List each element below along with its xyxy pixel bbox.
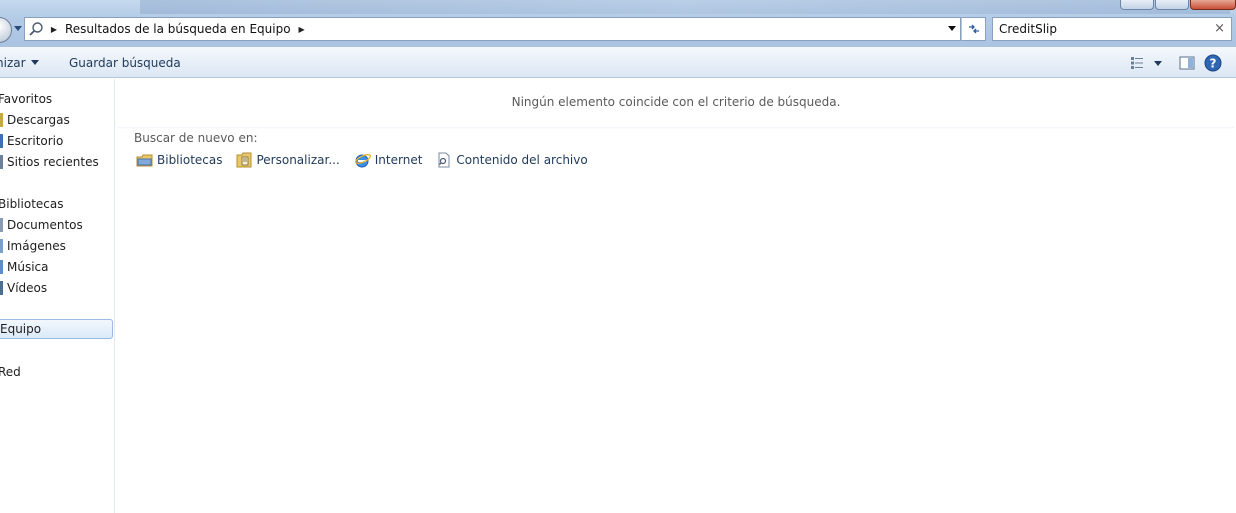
command-bar: nizar Guardar búsqueda ? bbox=[0, 47, 1236, 78]
search-again-options: Bibliotecas Personalizar... Internet Con… bbox=[136, 152, 602, 168]
refresh-icon bbox=[968, 24, 979, 34]
nav-label: Escritorio bbox=[7, 134, 64, 148]
nav-music[interactable]: Música bbox=[0, 257, 49, 277]
breadcrumb-search-results[interactable]: Resultados de la búsqueda en Equipo bbox=[61, 22, 295, 36]
search-again-libraries[interactable]: Bibliotecas bbox=[136, 153, 222, 168]
breadcrumb-separator-icon[interactable]: ▶ bbox=[47, 25, 61, 34]
organize-button[interactable]: nizar bbox=[0, 56, 39, 70]
search-icon bbox=[25, 18, 47, 40]
chevron-down-icon bbox=[30, 60, 39, 65]
music-icon bbox=[0, 260, 3, 274]
search-again-label-text: Personalizar... bbox=[256, 153, 340, 167]
help-icon[interactable]: ? bbox=[1204, 54, 1222, 72]
breadcrumb-separator-icon[interactable]: ▶ bbox=[295, 25, 309, 34]
taskbar-glass-strip bbox=[140, 0, 1230, 14]
libraries-icon bbox=[136, 154, 153, 166]
internet-explorer-icon bbox=[354, 154, 371, 168]
view-controls: ? bbox=[1120, 54, 1222, 72]
save-search-button[interactable]: Guardar búsqueda bbox=[69, 56, 181, 70]
nav-computer[interactable]: Equipo bbox=[0, 319, 113, 339]
nav-documents[interactable]: Documentos bbox=[0, 215, 83, 235]
documents-icon bbox=[0, 218, 3, 232]
navigation-pane: Favoritos Descargas Escritorio Sitios re… bbox=[0, 79, 115, 513]
search-again-label-text: Internet bbox=[374, 153, 423, 167]
nav-favorites[interactable]: Favoritos bbox=[0, 89, 52, 109]
close-button[interactable] bbox=[1190, 0, 1236, 10]
images-icon bbox=[0, 239, 3, 253]
search-again-label-text: Contenido del archivo bbox=[456, 153, 588, 167]
address-dropdown-icon[interactable] bbox=[948, 26, 956, 31]
search-again-label: Buscar de nuevo en: bbox=[134, 131, 258, 145]
nav-label: Descargas bbox=[7, 113, 70, 127]
svg-text:?: ? bbox=[1210, 57, 1217, 71]
nav-videos[interactable]: Vídeos bbox=[0, 278, 47, 298]
clear-search-icon[interactable]: × bbox=[1214, 21, 1225, 36]
window-controls bbox=[1119, 0, 1236, 10]
recent-places-icon bbox=[0, 155, 3, 169]
results-pane: Ningún elemento coincide con el criterio… bbox=[116, 79, 1236, 513]
search-again-internet[interactable]: Internet bbox=[354, 152, 423, 168]
search-input[interactable]: CreditSlip bbox=[999, 22, 1057, 36]
nav-label: Bibliotecas bbox=[0, 197, 64, 211]
nav-label: Favoritos bbox=[0, 92, 53, 106]
preview-pane-icon[interactable] bbox=[1178, 54, 1196, 72]
nav-label: Música bbox=[7, 260, 49, 274]
no-results-message: Ningún elemento coincide con el criterio… bbox=[511, 95, 841, 109]
search-box[interactable]: CreditSlip × bbox=[992, 17, 1232, 41]
recent-pages-dropdown-icon[interactable] bbox=[14, 26, 22, 31]
nav-images[interactable]: Imágenes bbox=[0, 236, 66, 256]
nav-label: Documentos bbox=[7, 218, 83, 232]
nav-libraries[interactable]: Bibliotecas bbox=[0, 194, 63, 214]
address-bar[interactable]: ▶ Resultados de la búsqueda en Equipo ▶ bbox=[24, 17, 961, 41]
search-again-file-contents[interactable]: Contenido del archivo bbox=[436, 152, 588, 168]
organize-label: nizar bbox=[0, 56, 26, 70]
title-bar: ▶ Resultados de la búsqueda en Equipo ▶ … bbox=[0, 0, 1236, 47]
views-dropdown-icon[interactable] bbox=[1154, 60, 1162, 66]
back-button[interactable] bbox=[0, 17, 12, 43]
customize-icon bbox=[236, 152, 252, 168]
search-again-customize[interactable]: Personalizar... bbox=[236, 152, 340, 168]
nav-downloads[interactable]: Descargas bbox=[0, 110, 70, 130]
nav-network[interactable]: Red bbox=[0, 362, 21, 382]
refresh-button[interactable] bbox=[961, 17, 986, 41]
folder-icon bbox=[0, 113, 3, 127]
maximize-button[interactable] bbox=[1155, 0, 1189, 10]
nav-label: Equipo bbox=[0, 322, 42, 336]
videos-icon bbox=[0, 281, 3, 295]
nav-recent-places[interactable]: Sitios recientes bbox=[0, 152, 99, 172]
file-contents-icon bbox=[438, 152, 450, 168]
divider bbox=[118, 127, 1234, 129]
views-icon[interactable] bbox=[1128, 54, 1146, 72]
nav-label: Red bbox=[0, 365, 21, 379]
minimize-button[interactable] bbox=[1120, 0, 1154, 10]
desktop-icon bbox=[0, 134, 3, 148]
search-again-label-text: Bibliotecas bbox=[157, 153, 223, 167]
nav-label: Sitios recientes bbox=[7, 155, 99, 169]
nav-label: Imágenes bbox=[7, 239, 66, 253]
nav-label: Vídeos bbox=[7, 281, 48, 295]
nav-desktop[interactable]: Escritorio bbox=[0, 131, 63, 151]
